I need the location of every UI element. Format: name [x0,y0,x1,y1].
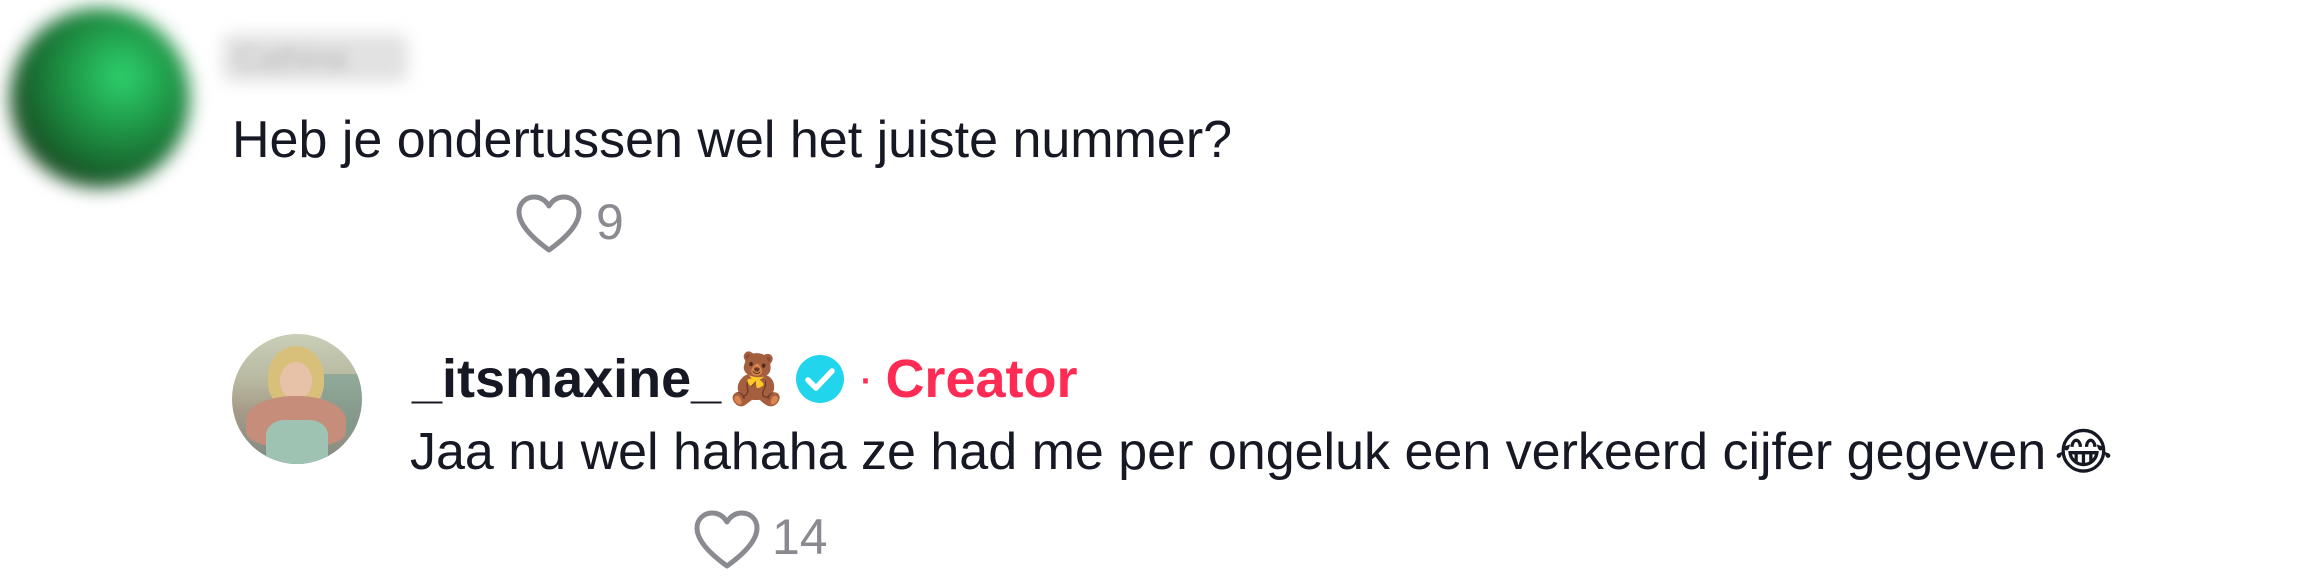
heart-icon[interactable] [694,510,760,570]
avatar[interactable] [232,334,362,464]
username[interactable]: _itsmaxine_ [412,344,721,414]
avatar[interactable] [10,8,190,188]
reply-text: Jaa nu wel hahaha ze had me per ongeluk … [410,420,2113,484]
reply-text-body: Jaa nu wel hahaha ze had me per ongeluk … [410,423,2047,481]
verified-check-icon [796,355,845,403]
separator-dot: · [857,352,874,405]
heart-icon[interactable] [516,194,582,254]
laughing-emoji: 😂 [2054,424,2113,480]
username[interactable]: Cathina [236,40,346,77]
teddy-bear-emoji: 🧸 [725,351,788,407]
comment-text: Heb je ondertussen wel het juiste nummer… [232,111,1233,169]
like-count: 14 [772,509,828,565]
like-count: 9 [596,194,624,250]
creator-badge: Creator [885,349,1078,409]
reply-header: _itsmaxine_ 🧸 · Creator [412,344,1078,414]
